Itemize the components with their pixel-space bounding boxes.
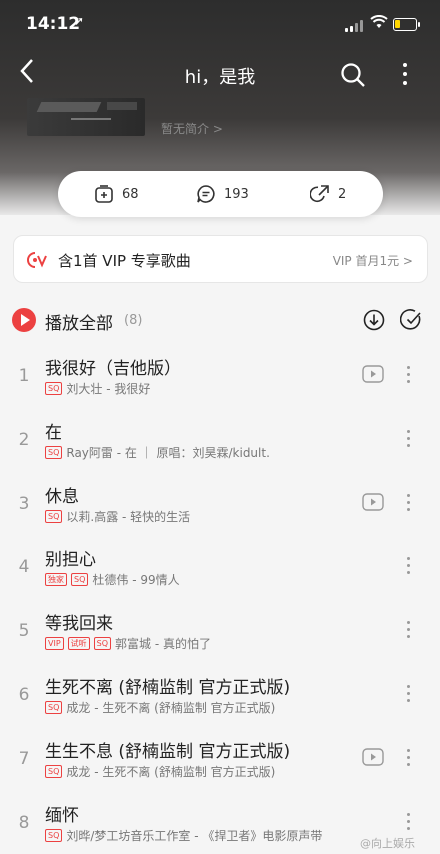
collect-button[interactable]: 68 [94,171,139,217]
song-tag: 独家 [45,573,67,587]
location-arrow-icon: ➚ [74,14,85,28]
song-row[interactable]: 3 休息 SQ 以莉.高露 - 轻快的生活 [0,478,440,540]
song-row[interactable]: 4 别担心独家 SQ 杜德伟 - 99情人 [0,541,440,603]
song-meta: VIP 试听 SQ 郭富城 - 真的怕了 [45,635,211,652]
song-more-icon[interactable] [403,683,413,705]
vip-logo-icon [26,250,48,270]
cellular-signal-icon [345,20,363,32]
vip-banner[interactable]: 含1首 VIP 专享歌曲 VIP 首月1元 > [13,235,428,283]
song-title: 生死不离 (舒楠监制 官方正式版) [45,678,291,698]
download-icon[interactable] [362,308,386,336]
song-tag: SQ [45,382,63,395]
song-more-icon[interactable] [403,492,413,514]
song-row[interactable]: 2 在 SQ Ray阿雷 - 在 ｜ 原唱：刘昊霖/kidult. [0,414,440,476]
mv-play-icon[interactable] [362,492,384,515]
song-artist-album: 郭富城 - 真的怕了 [115,637,211,652]
song-artist-album: Ray阿雷 - 在 ｜ 原唱：刘昊霖/kidult. [66,445,270,460]
song-title: 休息 [45,486,79,507]
song-index: 5 [18,621,30,642]
song-title: 在 [45,422,62,443]
play-all-icon[interactable] [12,308,36,332]
play-all-button[interactable]: 播放全部 [45,309,113,334]
comment-count: 193 [224,186,249,202]
song-row[interactable]: 6 生死不离 (舒楠监制 官方正式版) SQ 成龙 - 生死不离 (舒楠监制 官方正式… [0,669,440,731]
song-title: 生生不息 (舒楠监制 官方正式版) [45,741,291,762]
song-tag: SQ [45,828,63,842]
song-more-icon[interactable] [403,428,413,450]
song-title: 别担心 [45,550,96,571]
collect-count: 68 [122,186,139,202]
song-meta: 独家 SQ 杜德伟 - 99情人 [45,571,180,588]
song-index: 3 [18,493,30,514]
song-meta: SQ 刘晔/梦工坊音乐工作室 - 《捍卫者》电影原声带 [45,827,322,844]
song-title: 我很好（吉他版） [45,359,181,379]
song-index: 1 [18,366,30,386]
song-more-icon[interactable] [403,555,413,577]
song-index: 4 [18,557,30,578]
add-folder-icon [95,185,113,203]
playlist-cover-image[interactable] [27,98,145,136]
song-tag: SQ [45,509,63,523]
battery-level [395,20,400,28]
comment-button[interactable]: 193 [196,171,249,217]
song-more-icon[interactable] [403,364,413,386]
song-artist-album: 杜德伟 - 99情人 [92,573,180,588]
song-index: 2 [18,429,30,450]
song-artist-album: 成龙 - 生死不离 (舒楠监制 官方正式版) [66,764,276,779]
status-time: 14:12 [26,14,81,34]
mv-play-icon[interactable] [362,748,384,770]
song-tag: SQ [45,764,63,778]
vip-promo-link[interactable]: VIP 首月1元 > [333,252,413,269]
song-meta: SQ Ray阿雷 - 在 ｜ 原唱：刘昊霖/kidult. [45,444,270,461]
multi-select-icon[interactable] [399,308,424,336]
share-count: 2 [338,186,347,202]
song-count: (8) [124,313,143,328]
song-artist-album: 刘大壮 - 我很好 [66,382,151,396]
song-artist-album: 以莉.高露 - 轻快的生活 [66,509,191,524]
song-meta: SQ 刘大壮 - 我很好 [45,380,150,397]
song-row[interactable]: 1 我很好（吉他版） SQ 刘大壮 - 我很好 [0,350,440,412]
status-bar: 14:12 ➚ [0,0,440,50]
song-row[interactable]: 7 生生不息 (舒楠监制 官方正式版) SQ 成龙 - 生死不离 (舒楠监制 官方正式… [0,733,440,795]
mv-play-icon[interactable] [362,365,384,387]
song-more-icon[interactable] [403,811,413,833]
playlist-actions-bar: 68 193 2 [58,171,383,217]
song-meta: SQ 以莉.高露 - 轻快的生活 [45,508,190,525]
share-button[interactable]: 2 [310,171,346,217]
song-tag: 试听 [67,637,90,651]
page-title: hi，是我 [184,67,256,88]
playlist-description[interactable]: 暂无简介 > [161,120,223,137]
play-all-row: 播放全部 (8) [0,303,440,337]
song-artist-album: 成龙 - 生死不离 (舒楠监制 官方正式版) [66,701,276,715]
song-tag: SQ [71,573,89,587]
song-index: 6 [18,685,30,705]
song-meta: SQ 成龙 - 生死不离 (舒楠监制 官方正式版) [45,763,275,780]
song-more-icon[interactable] [403,619,413,641]
song-index: 8 [18,812,30,833]
song-artist-album: 刘晔/梦工坊音乐工作室 - 《捍卫者》电影原声带 [66,828,323,843]
vip-banner-text: 含1首 VIP 专享歌曲 [58,252,191,270]
song-row[interactable]: 5 等我回来 VIP 试听 SQ 郭富城 - 真的怕了 [0,605,440,667]
more-options-icon[interactable] [395,59,415,89]
comment-icon [197,185,215,203]
song-tag: SQ [45,701,63,714]
song-more-icon[interactable] [403,747,413,769]
song-meta: SQ 成龙 - 生死不离 (舒楠监制 官方正式版) [45,699,275,716]
song-tag: SQ [93,637,112,651]
search-icon[interactable] [339,61,367,89]
watermark: @向上娱乐 [360,837,415,850]
wifi-icon [370,15,388,33]
song-title: 等我回来 [45,614,113,635]
song-index: 7 [18,748,30,769]
song-title: 缅怀 [45,805,79,826]
battery-icon [393,18,420,31]
share-icon [310,185,329,203]
song-tag: SQ [45,445,63,459]
song-tag: VIP [45,637,64,651]
